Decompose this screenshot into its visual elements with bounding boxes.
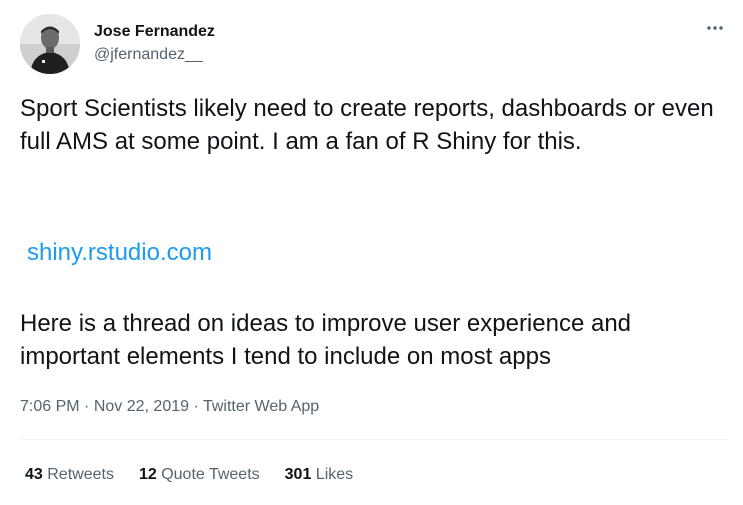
likes-stat[interactable]: 301 Likes [285, 465, 354, 485]
meta-separator: · [193, 398, 199, 415]
retweets-count: 43 [25, 466, 43, 483]
retweets-stat[interactable]: 43 Retweets [25, 465, 114, 485]
more-horizontal-icon [707, 26, 723, 30]
profile-photo-icon [20, 14, 80, 74]
retweets-label: Retweets [47, 466, 114, 483]
author-names: Jose Fernandez @jfernandez__ [94, 22, 215, 65]
likes-label: Likes [315, 466, 354, 483]
tweet-date[interactable]: Nov 22, 2019 [94, 398, 189, 415]
quote-count: 12 [138, 466, 157, 483]
likes-count: 301 [284, 466, 312, 483]
tweet-time[interactable]: 7:06 PM [20, 398, 80, 415]
quote-label: Quote Tweets [161, 466, 260, 483]
tweet-meta: 7:06 PM · Nov 22, 2019 · Twitter Web App [20, 397, 319, 417]
tweet-stats: 43 Retweets 12 Quote Tweets 301 Likes [25, 465, 378, 485]
user-handle[interactable]: @jfernandez__ [94, 45, 215, 65]
more-button[interactable] [705, 18, 725, 38]
tweet-card: Jose Fernandez @jfernandez__ Sport Scien… [0, 0, 743, 505]
quote-tweets-stat[interactable]: 12 Quote Tweets [139, 465, 260, 485]
tweet-header: Jose Fernandez @jfernandez__ [20, 14, 215, 74]
tweet-link[interactable]: shiny.rstudio.com [27, 236, 212, 269]
tweet-paragraph-1: Sport Scientists likely need to create r… [20, 95, 714, 155]
tweet-text: Sport Scientists likely need to create r… [20, 92, 730, 158]
divider [20, 439, 729, 440]
avatar[interactable] [20, 14, 80, 74]
display-name[interactable]: Jose Fernandez [94, 22, 215, 42]
meta-separator: · [84, 398, 90, 415]
tweet-paragraph-2: Here is a thread on ideas to improve use… [20, 310, 632, 370]
tweet-source[interactable]: Twitter Web App [203, 398, 319, 415]
